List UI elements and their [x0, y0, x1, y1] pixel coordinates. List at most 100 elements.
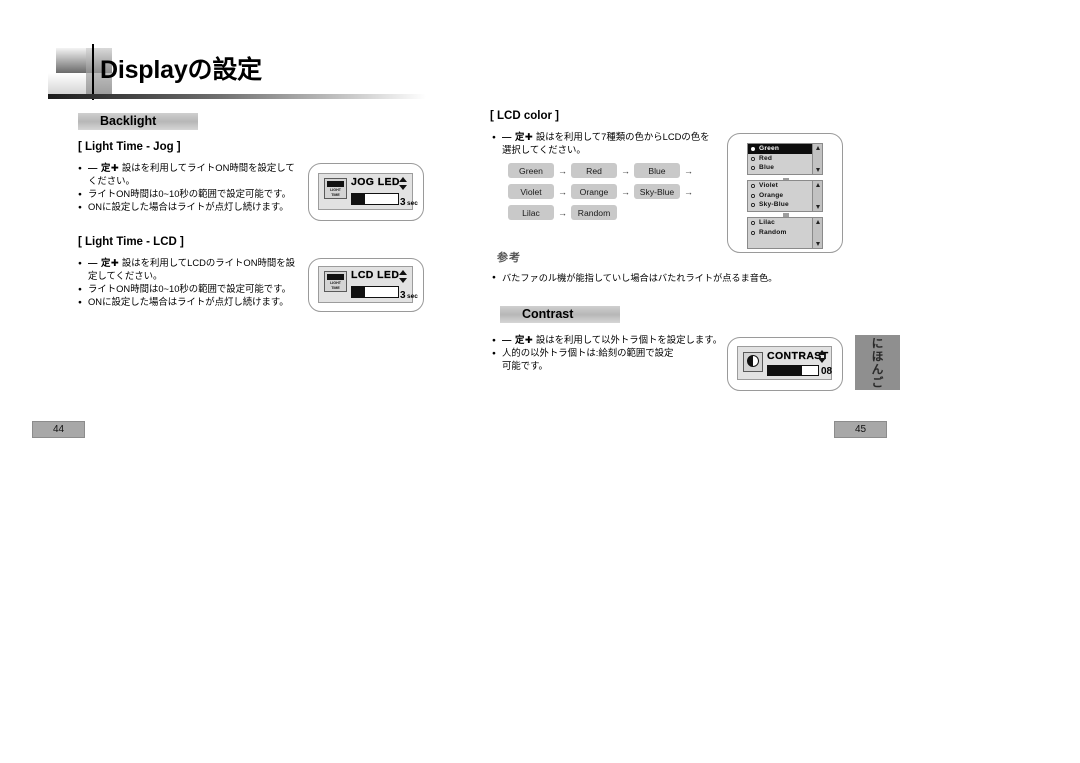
- side-tab-label: にほんご: [870, 336, 884, 389]
- page-number-left: 44: [32, 421, 85, 438]
- listbox-option-random[interactable]: Random: [748, 228, 822, 238]
- list-item: — 定✚ 設はを利用して以外トラ個トを設定します。: [492, 334, 727, 347]
- gauge-bar: [767, 365, 819, 376]
- list-item-text: 設はを利用して7種類の色からLCDの色を: [535, 131, 710, 142]
- section-header-contrast: Contrast: [500, 306, 620, 323]
- list-item-continuation: 可能です。: [502, 360, 548, 372]
- bullet-list-lcd-color: — 定✚ 設はを利用して7種類の色からLCDの色を 選択してください。: [492, 131, 722, 157]
- listbox-option-green[interactable]: Green: [748, 144, 822, 154]
- key-icon-prefix: — 定✚: [88, 162, 120, 173]
- device-lcd-screen: CONTRAST 08: [737, 346, 832, 380]
- list-item: — 定✚ 設はを利用して7種類の色からLCDの色を: [492, 131, 722, 144]
- list-item-text: ライトON時間は0~10秒の範囲で設定可能です。: [88, 282, 291, 294]
- color-chip-sky-blue[interactable]: Sky-Blue: [634, 184, 680, 199]
- color-chip-blue[interactable]: Blue: [634, 163, 680, 178]
- color-flow-row: Violet → Orange → Sky-Blue →: [508, 184, 697, 199]
- list-item-continuation: ください。: [88, 175, 135, 187]
- list-item: ライトON時間は0~10秒の範囲で設定可能です。: [78, 283, 303, 296]
- list-item-text: ライトON時間は0~10秒の範囲で設定可能です。: [88, 187, 291, 199]
- up-down-arrows-icon: [399, 270, 407, 283]
- arrow-icon: →: [684, 165, 693, 176]
- up-down-arrows-icon: [399, 177, 407, 190]
- section-header-backlight: Backlight: [78, 113, 198, 130]
- list-item-text: 設はを利用して以外トラ個トを設定します。: [535, 334, 723, 345]
- color-chip-orange[interactable]: Orange: [571, 184, 617, 199]
- list-item-continuation: 定してください。: [88, 270, 163, 282]
- listbox-scrollbar[interactable]: [812, 181, 822, 211]
- note-body: バたファのル機が能指していし場合はバたれライトが点るま音色。: [492, 272, 792, 284]
- up-down-arrows-icon: [818, 350, 826, 363]
- listbox-option-lilac[interactable]: Lilac: [748, 218, 822, 228]
- device-value: 08: [821, 366, 833, 377]
- list-item: ライトON時間は0~10秒の範囲で設定可能です。: [78, 188, 303, 201]
- bullet-list-contrast: — 定✚ 設はを利用して以外トラ個トを設定します。 人的の以外トラ個トは:給刻の…: [492, 334, 727, 373]
- listbox-option-violet[interactable]: Violet: [748, 181, 822, 191]
- device-screenshot-jog-led: LIGHT TIME JOG LED 3 sec: [308, 163, 424, 221]
- color-flow-row: Green → Red → Blue →: [508, 163, 697, 178]
- color-listbox-3[interactable]: Lilac Random: [747, 217, 823, 249]
- list-item: — 定✚ 設はを利用してLCDのライトON時間を設: [78, 257, 303, 270]
- listbox-option-orange[interactable]: Orange: [748, 191, 822, 201]
- listbox-option-blue[interactable]: Blue: [748, 163, 822, 173]
- device-screenshot-lcd-led: LIGHT TIME LCD LED 3 sec: [308, 258, 424, 312]
- color-flow-chart: Green → Red → Blue → Violet → Orange → S…: [508, 163, 697, 226]
- color-listbox-1[interactable]: Green Red Blue: [747, 143, 823, 175]
- list-item: ONに設定した場合はライトが点灯し続けます。: [78, 296, 303, 309]
- manual-page-spread: Displayの設定 Backlight [ Light Time - Jog …: [0, 0, 1080, 763]
- key-icon-prefix: — 定✚: [502, 131, 534, 142]
- light-time-icon-label-2: TIME: [331, 193, 340, 197]
- subheading-lcd-color: [ LCD color ]: [490, 110, 559, 122]
- listbox-scrollbar[interactable]: [812, 218, 822, 248]
- header-divider: [48, 94, 426, 99]
- light-time-icon-label-1: LIGHT: [330, 281, 341, 285]
- listbox-option-red[interactable]: Red: [748, 154, 822, 164]
- gauge-bar: [351, 286, 399, 298]
- light-time-icon: LIGHT TIME: [324, 178, 347, 199]
- list-item-text: 人的の以外トラ個トは:給刻の範囲で設定: [502, 347, 674, 359]
- page-number-right: 45: [834, 421, 887, 438]
- color-chip-violet[interactable]: Violet: [508, 184, 554, 199]
- section-label: Backlight: [100, 114, 157, 128]
- list-item-text: ONに設定した場合はライトが点灯し続けます。: [88, 200, 289, 212]
- subheading-light-time-jog: [ Light Time - Jog ]: [78, 141, 181, 153]
- list-item: ONに設定した場合はライトが点灯し続けます。: [78, 201, 303, 214]
- device-value: 3: [400, 197, 406, 208]
- arrow-icon: →: [684, 186, 693, 197]
- device-lcd-screen: LIGHT TIME JOG LED 3 sec: [318, 173, 418, 210]
- arrow-icon: →: [558, 165, 567, 176]
- device-title: LCD LED: [351, 269, 400, 281]
- color-listbox-2[interactable]: Violet Orange Sky-Blue: [747, 180, 823, 212]
- device-lcd-screen: LIGHT TIME LCD LED 3 sec: [318, 266, 418, 303]
- arrow-icon: →: [558, 186, 567, 197]
- device-value-unit: sec: [407, 293, 418, 300]
- page-title: Displayの設定: [100, 56, 262, 84]
- list-item: 人的の以外トラ個トは:給刻の範囲で設定: [492, 347, 727, 360]
- device-screenshot-contrast: CONTRAST 08: [727, 337, 843, 391]
- light-time-icon-label-1: LIGHT: [330, 188, 341, 192]
- color-chip-red[interactable]: Red: [571, 163, 617, 178]
- gauge-bar: [351, 193, 399, 205]
- light-time-icon-label-2: TIME: [331, 286, 340, 290]
- list-item-text: 設はを利用してライトON時間を設定して: [121, 162, 295, 173]
- color-chip-green[interactable]: Green: [508, 163, 554, 178]
- device-title: JOG LED: [351, 176, 400, 188]
- device-value: 3: [400, 290, 406, 301]
- color-chip-lilac[interactable]: Lilac: [508, 205, 554, 220]
- color-chip-random[interactable]: Random: [571, 205, 617, 220]
- listbox-scrollbar[interactable]: [812, 144, 822, 174]
- subheading-light-time-lcd: [ Light Time - LCD ]: [78, 236, 184, 248]
- list-item-continuation: 選択してください。: [502, 144, 586, 156]
- list-item-text: ONに設定した場合はライトが点灯し続けます。: [88, 295, 289, 307]
- listbox-option-sky-blue[interactable]: Sky-Blue: [748, 200, 822, 210]
- key-icon-prefix: — 定✚: [88, 257, 120, 268]
- bullet-list-light-time-lcd: — 定✚ 設はを利用してLCDのライトON時間を設 定してください。 ライトON…: [78, 257, 303, 309]
- arrow-icon: →: [558, 207, 567, 218]
- device-screenshot-lcd-color: Green Red Blue Violet Orange Sky-Blue Li…: [727, 133, 843, 253]
- contrast-half-circle-icon: [743, 352, 763, 372]
- device-value-unit: sec: [407, 200, 418, 207]
- list-item: — 定✚ 設はを利用してライトON時間を設定して: [78, 162, 303, 175]
- arrow-icon: →: [621, 165, 630, 176]
- note-title: 参考: [497, 252, 521, 264]
- bullet-list-light-time-jog: — 定✚ 設はを利用してライトON時間を設定して ください。 ライトON時間は0…: [78, 162, 303, 214]
- arrow-icon: →: [621, 186, 630, 197]
